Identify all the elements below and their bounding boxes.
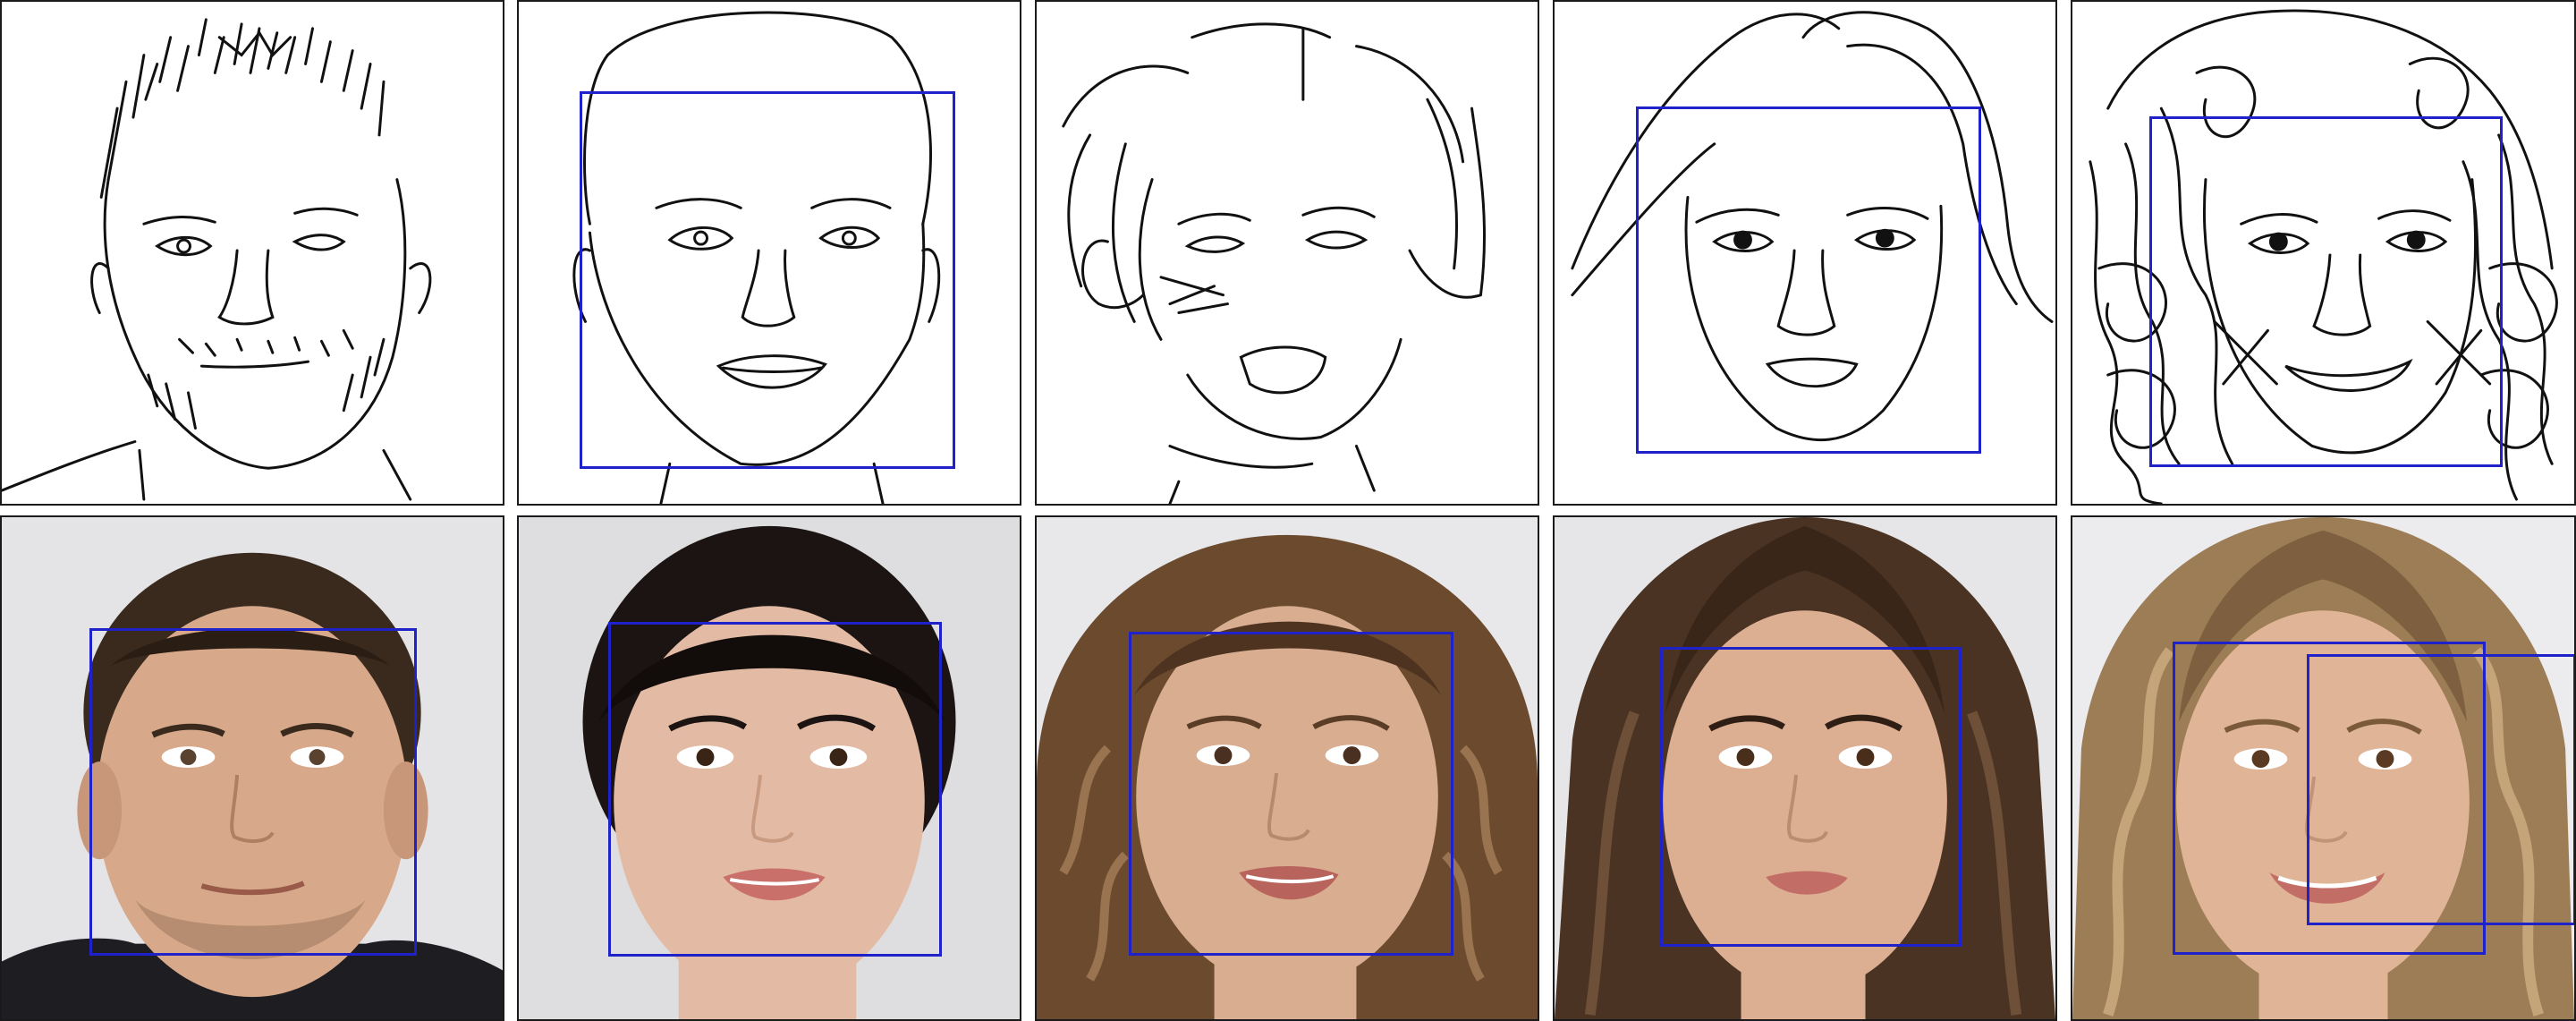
sketch-panel-5 [2071,0,2576,506]
photo-panel-4 [1553,515,2057,1021]
face-detection-box [608,622,942,957]
face-detection-box [1660,647,1962,947]
face-detection-box [1636,106,1981,454]
sketch-panel-4 [1553,0,2057,506]
photo-panel-3 [1035,515,1539,1021]
sketch-woman-curly-drawing [1062,22,1487,504]
face-detection-box-secondary [2307,654,2574,925]
sketch-man-drawing [2,18,432,501]
face-detection-box [1129,632,1453,956]
photo-panel-2 [517,515,1021,1021]
face-figure-grid [0,0,2576,1021]
face-detection-box [580,91,955,469]
face-detection-box [89,628,417,956]
photo-panel-5 [2071,515,2576,1021]
sketch-panel-1 [0,0,504,506]
sketch-panel-3 [1035,0,1539,506]
face-detection-box [2149,116,2503,467]
photo-panel-1 [0,515,504,1021]
sketch-panel-2 [517,0,1021,506]
